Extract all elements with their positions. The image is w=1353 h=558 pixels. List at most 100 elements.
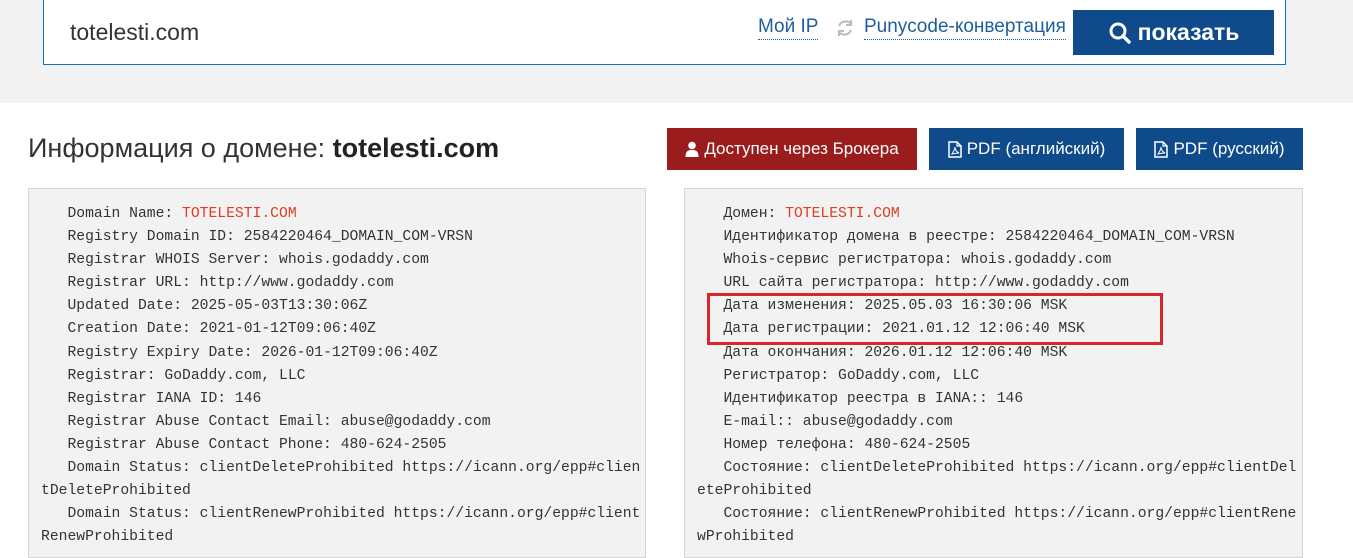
whois-value: abuse@godaddy.com [802,413,953,430]
whois-line: E-mail:: abuse@godaddy.com [697,411,1302,434]
whois-key: Идентификатор реестра в IANA:: [723,390,997,407]
whois-value: 2026.01.12 12:06:40 MSK [864,344,1068,361]
whois-value: GoDaddy.com, LLC [838,367,980,384]
whois-key: Registrar: [67,367,165,384]
whois-key: Регистратор: [723,367,839,384]
pdf-english-label: PDF (английский) [966,139,1106,158]
page-title: Информация о домене: totelesti.com [28,133,499,164]
whois-value: 480-624-2505 [864,436,971,453]
whois-key: Дата окончания: [723,344,865,361]
whois-key: Registrar IANA ID: [67,390,235,407]
pdf-icon [947,140,962,158]
whois-value: 2025-05-03T13:30:06Z [190,298,368,315]
whois-indent [41,391,67,407]
whois-line: Идентификатор реестра в IANA:: 146 [697,388,1302,411]
whois-value: TOTELESTI.COM [182,206,297,222]
whois-indent [697,368,723,384]
whois-line: Registrar URL: http://www.godaddy.com [41,272,645,295]
broker-button-label: Доступен через Брокера [704,139,899,158]
whois-indent [697,345,723,361]
whois-line: Дата регистрации: 2021.01.12 12:06:40 MS… [697,318,1302,341]
whois-value: GoDaddy.com, LLC [164,367,306,384]
pdf-russian-button[interactable]: PDF (русский) [1136,128,1303,170]
whois-key: Состояние: [723,460,821,477]
search-band: Мой IP Punycode-конвертация показать [0,0,1353,103]
whois-line: Номер телефона: 480-624-2505 [697,434,1302,457]
whois-indent [697,437,723,453]
whois-key: Дата регистрации: [723,321,883,338]
whois-indent [41,345,67,361]
whois-line: Registrar: GoDaddy.com, LLC [41,365,645,388]
whois-key: Creation Date: [67,321,200,338]
whois-russian-panel: Домен: TOTELESTI.COM Идентификатор домен… [684,188,1303,558]
show-button[interactable]: показать [1073,10,1274,55]
whois-key: Whois-сервис регистратора: [723,252,962,269]
pdf-english-button[interactable]: PDF (английский) [929,128,1124,170]
whois-value: whois.godaddy.com [961,252,1112,269]
whois-line: Дата окончания: 2026.01.12 12:06:40 MSK [697,342,1302,365]
whois-key: Domain Status: [67,506,200,523]
whois-indent [41,437,67,453]
search-form: Мой IP Punycode-конвертация показать [43,0,1286,65]
whois-indent [41,368,67,384]
whois-indent [697,206,723,222]
my-ip-link[interactable]: Мой IP [758,15,819,40]
whois-indent [41,252,67,268]
whois-value: 2026-01-12T09:06:40Z [261,344,438,361]
whois-value: 146 [234,390,262,407]
whois-indent [41,275,67,291]
whois-line: Creation Date: 2021-01-12T09:06:40Z [41,318,645,341]
domain-input[interactable] [70,14,670,50]
whois-value: 2025.05.03 16:30:06 MSK [864,298,1068,315]
whois-line: Registrar Abuse Contact Phone: 480-624-2… [41,434,645,457]
whois-indent [41,506,67,522]
whois-indent [697,391,723,407]
whois-indent [697,252,723,268]
whois-indent [697,414,723,430]
whois-key: Domain Status: [67,460,200,477]
punycode-link[interactable]: Punycode-конвертация [864,15,1066,40]
whois-value: 2021-01-12T09:06:40Z [199,321,376,338]
whois-value: 2584220464_DOMAIN_COM-VRSN [243,229,473,246]
whois-indent [41,206,67,222]
whois-indent [697,506,723,522]
pdf-icon [1154,140,1169,158]
whois-key: Номер телефона: [723,436,865,453]
whois-key: Registrar Abuse Contact Phone: [67,436,341,453]
whois-key: Registry Expiry Date: [67,344,262,361]
whois-key: Domain Name: [67,206,183,222]
whois-value: 2584220464_DOMAIN_COM-VRSN [1005,229,1235,246]
whois-line: Domain Status: clientRenewProhibited htt… [41,503,645,549]
whois-indent [697,321,723,337]
whois-line: Whois-сервис регистратора: whois.godaddy… [697,249,1302,272]
whois-value: 2021.01.12 12:06:40 MSK [882,321,1085,338]
whois-value: TOTELESTI.COM [785,206,900,222]
whois-line: Domain Status: clientDeleteProhibited ht… [41,457,645,503]
whois-value: http://www.godaddy.com [199,275,394,292]
whois-key: Домен: [723,206,786,222]
show-button-label: показать [1137,19,1240,45]
whois-indent [697,229,723,245]
refresh-icon [838,20,852,36]
pdf-russian-label: PDF (русский) [1173,139,1285,158]
whois-value: abuse@godaddy.com [340,413,491,430]
whois-key: Registry Domain ID: [67,229,244,246]
broker-button[interactable]: Доступен через Брокера [667,128,917,170]
whois-key: Registrar Abuse Contact Email: [67,413,341,430]
whois-key: Registrar WHOIS Server: [67,252,279,269]
whois-key: Дата изменения: [723,298,865,315]
whois-line: Registry Expiry Date: 2026-01-12T09:06:4… [41,342,645,365]
whois-line: Updated Date: 2025-05-03T13:30:06Z [41,295,645,318]
user-icon [685,141,699,157]
whois-value: 480-624-2505 [340,436,447,453]
whois-line: URL сайта регистратора: http://www.godad… [697,272,1302,295]
whois-line: Регистратор: GoDaddy.com, LLC [697,365,1302,388]
whois-key: Updated Date: [67,298,191,315]
whois-key: Состояние: [723,506,821,523]
whois-line: Domain Name: TOTELESTI.COM [41,203,645,226]
whois-indent [41,298,67,314]
whois-indent [41,229,67,245]
whois-line: Домен: TOTELESTI.COM [697,203,1302,226]
page-title-domain: totelesti.com [332,133,500,163]
whois-value: whois.godaddy.com [279,252,429,269]
